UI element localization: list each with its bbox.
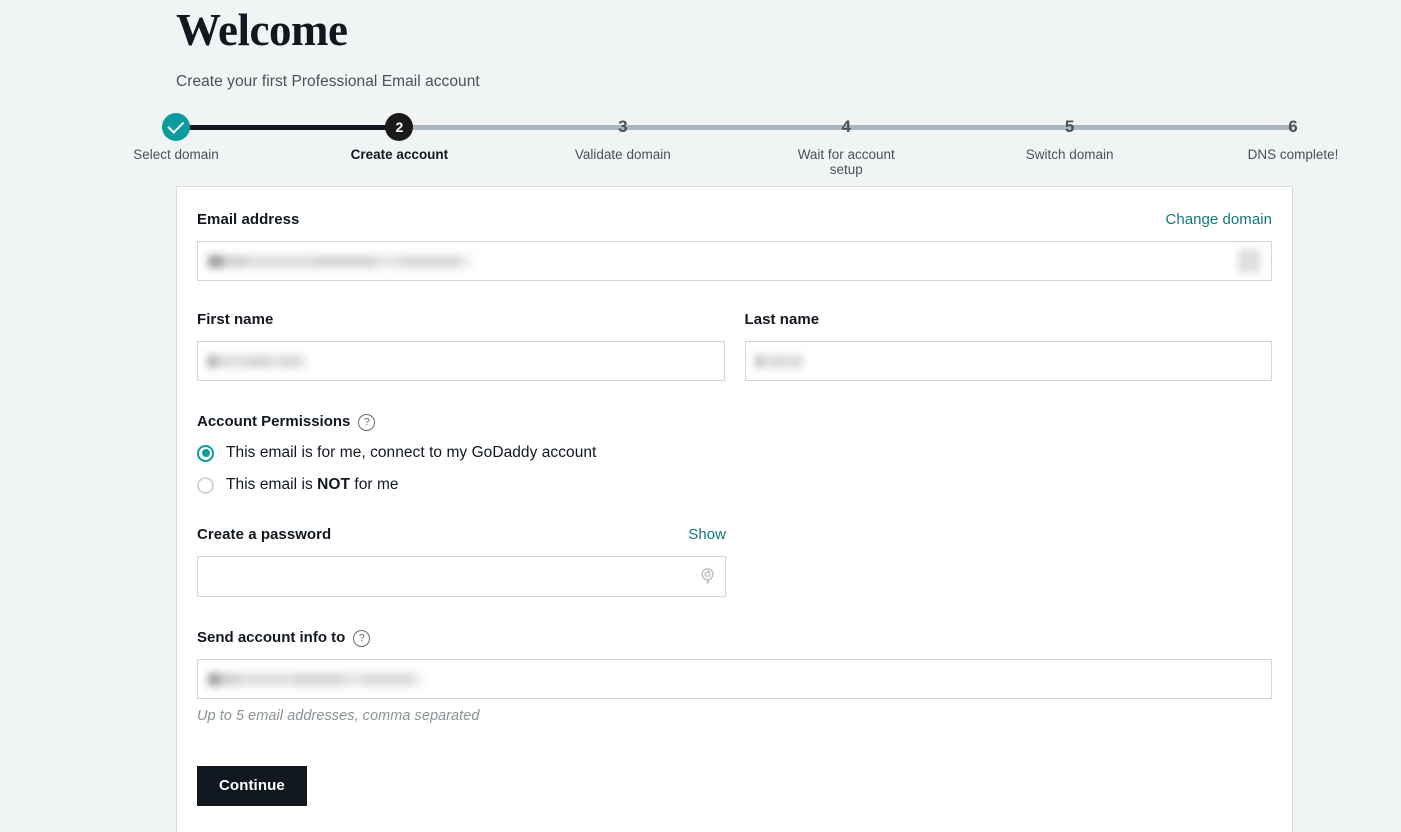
page-title: Welcome [176, 0, 1401, 53]
last-name-field: Last name [745, 311, 1273, 381]
email-address-input[interactable] [197, 241, 1272, 281]
step-5-label: Switch domain [1026, 147, 1114, 162]
radio-unselected-icon[interactable] [197, 477, 214, 494]
create-account-card: Email address Change domain First name L… [176, 186, 1293, 832]
step-3-number: 3 [618, 113, 627, 141]
change-domain-link[interactable]: Change domain [1165, 211, 1272, 228]
step-connector-5 [1070, 125, 1293, 130]
account-permissions-title-row: Account Permissions ? [197, 413, 1272, 430]
step-connector-1 [176, 125, 399, 130]
email-label-row: Email address Change domain [197, 211, 1272, 228]
password-section: Create a password Show [197, 526, 1272, 597]
step-1-marker [162, 113, 190, 141]
step-4-label: Wait for account setup [791, 147, 901, 177]
step-3-marker: 3 [618, 113, 627, 141]
send-account-info-label: Send account info to [197, 629, 345, 646]
key-icon[interactable] [700, 568, 715, 586]
first-name-field: First name [197, 311, 725, 381]
step-4-marker: 4 [841, 113, 850, 141]
step-connector-2 [399, 125, 622, 130]
send-account-info-section: Send account info to ? Up to 5 email add… [197, 629, 1272, 724]
step-current-circle: 2 [385, 113, 413, 141]
step-connector-3 [623, 125, 846, 130]
permission-option-not-for-me[interactable]: This email is NOT for me [197, 476, 1272, 494]
permission-option-not-for-me-label: This email is NOT for me [226, 476, 399, 494]
step-2-number: 2 [396, 119, 404, 135]
email-redacted-value [208, 255, 472, 268]
not-for-me-bold: NOT [317, 476, 350, 493]
step-2-marker: 2 [385, 113, 413, 141]
password-label-row: Create a password Show [197, 526, 726, 543]
show-password-link[interactable]: Show [688, 526, 726, 543]
step-complete-circle [162, 113, 190, 141]
password-input-wrap [197, 556, 726, 597]
permission-option-for-me[interactable]: This email is for me, connect to my GoDa… [197, 444, 1272, 462]
last-name-label: Last name [745, 311, 1273, 328]
name-fields-row: First name Last name [197, 311, 1272, 381]
check-icon [167, 116, 184, 133]
progress-stepper: Select domain 2 Create account 3 Validat… [0, 113, 1401, 193]
step-2-label: Create account [351, 147, 449, 162]
continue-button[interactable]: Continue [197, 766, 307, 806]
send-account-info-input[interactable] [197, 659, 1272, 699]
permission-option-for-me-label: This email is for me, connect to my GoDa… [226, 444, 596, 462]
step-1-label: Select domain [133, 147, 219, 162]
send-account-info-redacted-value [208, 673, 422, 686]
step-6-number: 6 [1288, 113, 1297, 141]
page-subtitle: Create your first Professional Email acc… [176, 53, 1401, 91]
account-permissions-section: Account Permissions ? This email is for … [197, 413, 1272, 494]
email-address-label: Email address [197, 211, 299, 228]
first-name-label: First name [197, 311, 725, 328]
radio-selected-icon[interactable] [197, 445, 214, 462]
first-name-redacted-value [208, 355, 306, 368]
step-6-label: DNS complete! [1248, 147, 1339, 162]
send-account-info-helper-text: Up to 5 email addresses, comma separated [197, 708, 1272, 724]
step-5-number: 5 [1065, 113, 1074, 141]
page-root: Welcome Create your first Professional E… [0, 0, 1401, 193]
send-account-info-title-row: Send account info to ? [197, 629, 1272, 646]
step-connector-4 [846, 125, 1069, 130]
step-6-marker: 6 [1288, 113, 1297, 141]
last-name-input[interactable] [745, 341, 1273, 381]
create-password-label: Create a password [197, 526, 331, 543]
first-name-input[interactable] [197, 341, 725, 381]
password-input[interactable] [197, 556, 726, 597]
step-3-label: Validate domain [575, 147, 671, 162]
not-for-me-prefix: This email is [226, 476, 317, 493]
step-5-marker: 5 [1065, 113, 1074, 141]
not-for-me-suffix: for me [350, 476, 399, 493]
last-name-redacted-value [756, 355, 804, 368]
account-permissions-label: Account Permissions [197, 413, 350, 430]
email-domain-badge-redacted [1238, 249, 1260, 273]
step-4-number: 4 [841, 113, 850, 141]
question-mark-circle-icon[interactable]: ? [353, 630, 370, 647]
page-header: Welcome Create your first Professional E… [0, 0, 1401, 91]
question-mark-circle-icon[interactable]: ? [358, 414, 375, 431]
